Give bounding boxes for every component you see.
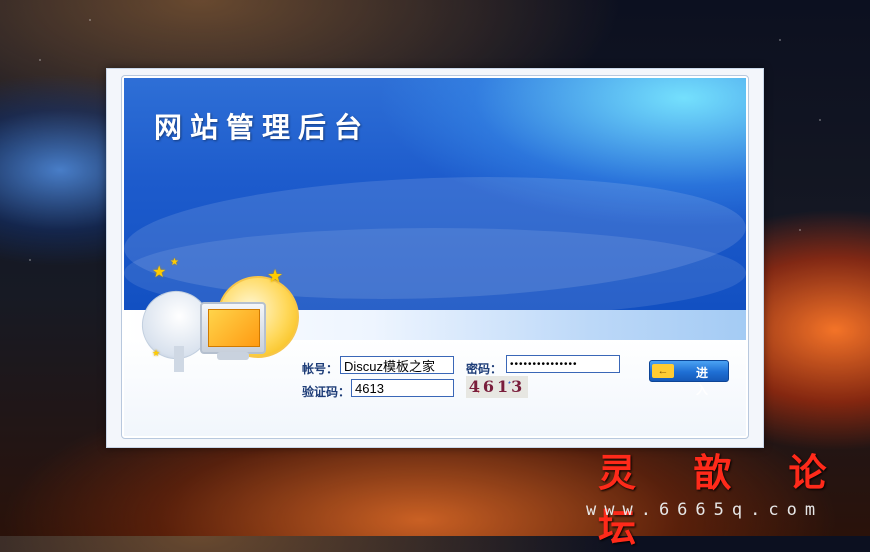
monitor-base (217, 352, 249, 360)
account-label: 帐号： (302, 362, 339, 376)
star-icon: ★ (170, 257, 179, 268)
header-banner: 网站管理后台 (122, 78, 748, 318)
key-arrow-icon: ← (652, 364, 674, 378)
enter-button-label: 进 入 (695, 366, 716, 397)
password-label: 密码： (466, 362, 503, 376)
star-icon: ★ (152, 262, 167, 281)
star-icon: ★ (152, 349, 161, 359)
satellite-dish-stand (174, 346, 184, 372)
watermark-url: www.6665q.com (586, 500, 824, 520)
monitor-screen (208, 309, 260, 347)
account-input[interactable] (340, 356, 454, 374)
enter-button[interactable]: ← 进 入 (649, 360, 729, 397)
captcha-image[interactable]: 4613 (466, 376, 528, 398)
password-input[interactable] (506, 355, 620, 373)
login-dialog: 网站管理后台 ★ ★ ★ ★ 帐号： 密码： 验证码： 4613 ← 进 入 (106, 68, 764, 448)
page-title: 网站管理后台 (154, 111, 371, 144)
monitor-icon (200, 302, 266, 354)
captcha-input[interactable] (351, 379, 454, 397)
login-panel: 网站管理后台 ★ ★ ★ ★ 帐号： 密码： 验证码： 4613 ← 进 入 (121, 75, 749, 439)
captcha-label: 验证码： (302, 385, 351, 399)
star-icon: ★ (267, 266, 284, 287)
